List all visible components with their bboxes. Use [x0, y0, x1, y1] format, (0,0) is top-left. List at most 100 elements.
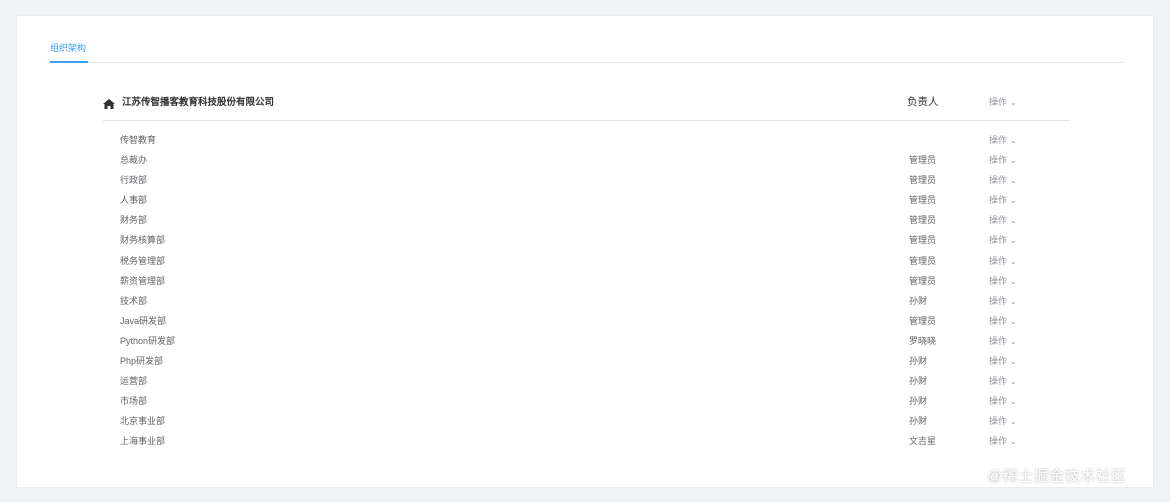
- watermark: @稀土掘金技术社区: [987, 468, 1127, 485]
- department-name: 财务部: [120, 215, 148, 226]
- operation-label: 操作: [989, 135, 1008, 145]
- operation-dropdown[interactable]: 操作 ⌄: [989, 234, 1017, 247]
- department-row[interactable]: 财务部 管理员 操作 ⌄: [103, 211, 1069, 231]
- department-name: Php研发部: [120, 356, 164, 367]
- operation-label: 操作: [989, 436, 1008, 447]
- operation-label: 操作: [989, 315, 1008, 326]
- department-manager: 文吉星: [909, 436, 937, 447]
- operation-dropdown[interactable]: 操作 ⌄: [989, 395, 1017, 408]
- home-icon: [103, 99, 115, 109]
- department-name: Java研发部: [120, 315, 167, 326]
- department-row[interactable]: 总裁办 管理员 操作 ⌄: [103, 151, 1069, 171]
- department-row[interactable]: 运营部 孙财 操作 ⌄: [103, 372, 1069, 392]
- operation-dropdown[interactable]: 操作 ⌄: [989, 375, 1017, 388]
- operation-label: 操作: [989, 356, 1008, 367]
- chevron-down-icon: ⌄: [1010, 256, 1017, 266]
- chevron-down-icon: ⌄: [1010, 276, 1017, 286]
- chevron-down-icon: ⌄: [1010, 417, 1017, 427]
- operation-dropdown[interactable]: 操作 ⌄: [989, 214, 1017, 227]
- chevron-down-icon: ⌄: [1010, 156, 1017, 166]
- department-name: 上海事业部: [120, 436, 166, 447]
- manager-header: 负责人: [907, 96, 939, 108]
- operation-label: 操作: [989, 175, 1008, 186]
- chevron-down-icon: ⌄: [1010, 236, 1017, 246]
- tab-org-structure[interactable]: 组织架构: [50, 42, 88, 63]
- chevron-down-icon: ⌄: [1010, 397, 1017, 407]
- department-row[interactable]: 市场部 孙财 操作 ⌄: [103, 392, 1069, 412]
- operation-label: 操作: [989, 295, 1008, 306]
- operation-label: 操作: [989, 275, 1008, 286]
- department-row[interactable]: 上海事业部 文吉星 操作 ⌄: [103, 432, 1069, 452]
- department-row[interactable]: 行政部 管理员 操作 ⌄: [103, 171, 1069, 191]
- operation-dropdown[interactable]: 操作 ⌄: [989, 194, 1017, 207]
- chevron-down-icon: ⌄: [1010, 98, 1017, 107]
- operation-label: 操作: [989, 215, 1008, 226]
- department-name: 运营部: [120, 376, 148, 387]
- department-row[interactable]: Java研发部 管理员 操作 ⌄: [103, 312, 1069, 332]
- department-manager: 管理员: [909, 255, 937, 266]
- department-row[interactable]: 税务管理部 管理员 操作 ⌄: [103, 252, 1069, 272]
- operation-dropdown[interactable]: 操作 ⌄: [989, 295, 1017, 308]
- operation-label: 操作: [989, 376, 1008, 387]
- department-row[interactable]: 财务核算部 管理员 操作 ⌄: [103, 231, 1069, 251]
- operation-dropdown[interactable]: 操作 ⌄: [989, 134, 1017, 147]
- chevron-down-icon: ⌄: [1010, 357, 1017, 367]
- operation-dropdown[interactable]: 操作 ⌄: [989, 275, 1017, 288]
- operation-dropdown[interactable]: 操作 ⌄: [989, 154, 1017, 167]
- department-name: 人事部: [120, 195, 148, 206]
- department-row[interactable]: 薪资管理部 管理员 操作 ⌄: [103, 272, 1069, 292]
- chevron-down-icon: ⌄: [1010, 176, 1017, 186]
- operation-label: 操作: [989, 97, 1008, 107]
- department-list: 传智教育 操作 ⌄ 总裁办 管理员 操作 ⌄ 行政部 管理员 操作 ⌄ 人事部 管理员 操作 ⌄ 财务部 管理员…: [103, 131, 1069, 453]
- operation-dropdown[interactable]: 操作 ⌄: [989, 355, 1017, 368]
- department-manager: 管理员: [909, 315, 937, 326]
- operation-label: 操作: [989, 416, 1008, 427]
- operation-label: 操作: [989, 155, 1008, 166]
- department-manager: 管理员: [909, 175, 937, 186]
- chevron-down-icon: ⌄: [1010, 336, 1017, 346]
- chevron-down-icon: ⌄: [1010, 437, 1017, 447]
- department-manager: 孙财: [909, 416, 928, 427]
- department-name: Python研发部: [120, 335, 176, 346]
- operation-dropdown[interactable]: 操作 ⌄: [989, 335, 1017, 348]
- operation-label: 操作: [989, 396, 1008, 407]
- company-name: 江苏传智播客教育科技股份有限公司: [122, 97, 275, 108]
- operation-label: 操作: [989, 195, 1008, 206]
- department-name: 薪资管理部: [120, 275, 166, 286]
- department-name: 财务核算部: [120, 235, 166, 246]
- department-manager: 管理员: [909, 235, 937, 246]
- department-name: 北京事业部: [120, 416, 166, 427]
- operation-dropdown[interactable]: 操作 ⌄: [989, 96, 1017, 109]
- chevron-down-icon: ⌄: [1010, 377, 1017, 387]
- department-row[interactable]: Python研发部 罗晓晓 操作 ⌄: [103, 332, 1069, 352]
- department-manager: 罗晓晓: [909, 335, 937, 346]
- department-name: 技术部: [120, 295, 148, 306]
- operation-dropdown[interactable]: 操作 ⌄: [989, 415, 1017, 428]
- chevron-down-icon: ⌄: [1010, 216, 1017, 226]
- department-row[interactable]: 传智教育 操作 ⌄: [103, 131, 1069, 151]
- chevron-down-icon: ⌄: [1010, 316, 1017, 326]
- operation-dropdown[interactable]: 操作 ⌄: [989, 435, 1017, 448]
- department-manager: 管理员: [909, 275, 937, 286]
- department-name: 传智教育: [120, 135, 157, 145]
- department-row[interactable]: 北京事业部 孙财 操作 ⌄: [103, 412, 1069, 432]
- department-manager: 管理员: [909, 195, 937, 206]
- department-manager: 管理员: [909, 155, 937, 166]
- org-card: 组织架构 江苏传智播客教育科技股份有限公司 负责人 操作 ⌄ 传智教育 操作 ⌄ 总裁办…: [16, 15, 1154, 488]
- operation-dropdown[interactable]: 操作 ⌄: [989, 255, 1017, 268]
- operation-label: 操作: [989, 235, 1008, 246]
- department-manager: 孙财: [909, 356, 928, 367]
- department-manager: 孙财: [909, 396, 928, 407]
- operation-label: 操作: [989, 255, 1008, 266]
- tab-bar: 组织架构: [50, 42, 1123, 63]
- operation-dropdown[interactable]: 操作 ⌄: [989, 315, 1017, 328]
- department-row[interactable]: 技术部 孙财 操作 ⌄: [103, 292, 1069, 312]
- department-row[interactable]: Php研发部 孙财 操作 ⌄: [103, 352, 1069, 372]
- department-name: 行政部: [120, 175, 148, 186]
- department-manager: 孙财: [909, 376, 928, 387]
- tree-header-row: 江苏传智播客教育科技股份有限公司 负责人 操作 ⌄: [103, 93, 1069, 121]
- department-name: 市场部: [120, 396, 148, 407]
- department-name: 税务管理部: [120, 255, 166, 266]
- department-row[interactable]: 人事部 管理员 操作 ⌄: [103, 191, 1069, 211]
- operation-dropdown[interactable]: 操作 ⌄: [989, 174, 1017, 187]
